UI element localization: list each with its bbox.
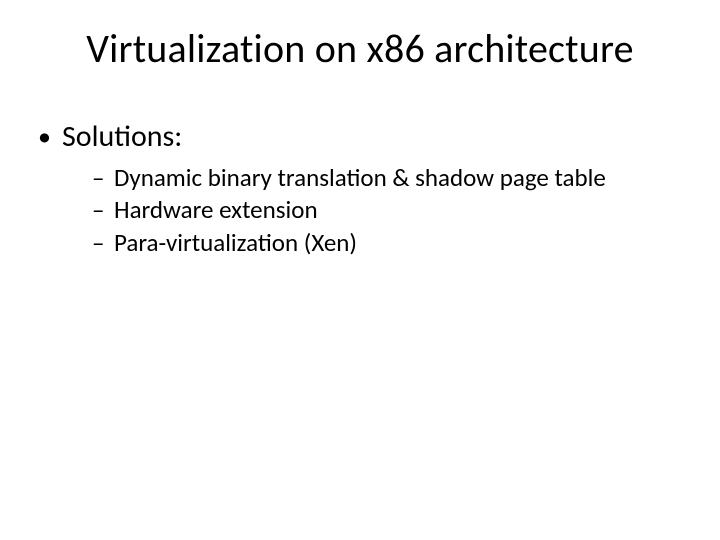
bullet-list-level2: Dynamic binary translation & shadow page… [62, 162, 680, 260]
list-item: Hardware extension [92, 194, 680, 227]
bullet-text: Dynamic binary translation & shadow page… [114, 162, 606, 193]
bullet-text: Para-virtualization (Xen) [114, 227, 357, 258]
slide: Virtualization on x86 architecture Solut… [0, 0, 720, 540]
slide-body: Solutions: Dynamic binary translation & … [36, 118, 680, 267]
bullet-text: Solutions: [62, 118, 182, 155]
bullet-text: Hardware extension [114, 194, 318, 225]
slide-title: Virtualization on x86 architecture [0, 24, 720, 73]
bullet-list-level1: Solutions: Dynamic binary translation & … [36, 118, 680, 259]
list-item: Solutions: Dynamic binary translation & … [36, 118, 680, 259]
list-item: Dynamic binary translation & shadow page… [92, 162, 680, 195]
list-item: Para-virtualization (Xen) [92, 227, 680, 260]
